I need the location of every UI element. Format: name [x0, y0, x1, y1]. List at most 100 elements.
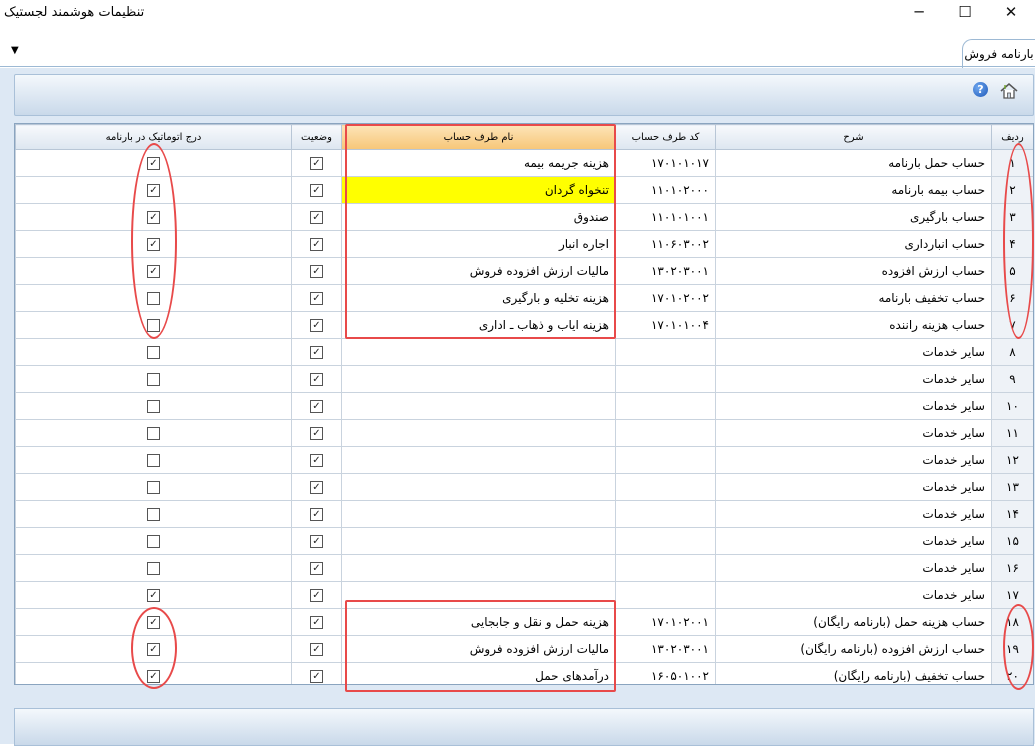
auto-insert-checkbox[interactable]	[147, 346, 160, 359]
header-auto-insert[interactable]: درج اتوماتیک در بارنامه	[15, 124, 292, 150]
account-code-cell[interactable]: ۱۷۰۱۰۱۰۱۷	[615, 149, 716, 177]
account-name-cell[interactable]	[341, 392, 616, 420]
table-row[interactable]: ۲۰ حساب تخفیف (بارنامه رایگان) ۱۶۰۵۰۱۰۰۲ در…	[15, 662, 1033, 684]
table-row[interactable]: ۳ حساب بارگیری ۱۱۰۱۰۱۰۰۱ صندوق ✓ ✓	[15, 203, 1033, 231]
table-row[interactable]: ۱۳ سایر خدمات ✓	[15, 473, 1033, 501]
description-cell[interactable]: حساب هزینه راننده	[715, 311, 992, 339]
description-cell[interactable]: سایر خدمات	[715, 500, 992, 528]
account-name-cell[interactable]	[341, 500, 616, 528]
account-name-cell[interactable]: هزینه تخلیه و بارگیری	[341, 284, 616, 312]
description-cell[interactable]: سایر خدمات	[715, 365, 992, 393]
account-name-cell[interactable]	[341, 527, 616, 555]
account-name-cell[interactable]: هزینه حمل و نقل و جابجایی	[341, 608, 616, 636]
table-row[interactable]: ۱۹ حساب ارزش افزوده (بارنامه رایگان) ۱۳۰۲۰…	[15, 635, 1033, 663]
account-code-cell[interactable]: ۱۱۰۶۰۳۰۰۲	[615, 230, 716, 258]
description-cell[interactable]: سایر خدمات	[715, 446, 992, 474]
account-name-cell[interactable]	[341, 365, 616, 393]
auto-insert-checkbox[interactable]	[147, 508, 160, 521]
account-code-cell[interactable]	[615, 500, 716, 528]
status-checkbox[interactable]: ✓	[310, 184, 323, 197]
account-code-cell[interactable]: ۱۱۰۱۰۲۰۰۰	[615, 176, 716, 204]
account-code-cell[interactable]	[615, 581, 716, 609]
description-cell[interactable]: حساب بیمه بارنامه	[715, 176, 992, 204]
tab-sales-waybill[interactable]: بارنامه فروش	[962, 39, 1035, 68]
auto-insert-checkbox[interactable]: ✓	[147, 211, 160, 224]
header-row-number[interactable]: ردیف	[991, 124, 1033, 150]
status-checkbox[interactable]: ✓	[310, 562, 323, 575]
table-row[interactable]: ۱۰ سایر خدمات ✓	[15, 392, 1033, 420]
account-code-cell[interactable]: ۱۱۰۱۰۱۰۰۱	[615, 203, 716, 231]
status-checkbox[interactable]: ✓	[310, 535, 323, 548]
description-cell[interactable]: سایر خدمات	[715, 419, 992, 447]
auto-insert-checkbox[interactable]: ✓	[147, 616, 160, 629]
account-name-cell[interactable]	[341, 419, 616, 447]
status-checkbox[interactable]: ✓	[310, 508, 323, 521]
account-name-cell[interactable]: مالیات ارزش افزوده فروش	[341, 257, 616, 285]
status-checkbox[interactable]: ✓	[310, 670, 323, 683]
description-cell[interactable]: حساب ارزش افزوده	[715, 257, 992, 285]
auto-insert-checkbox[interactable]: ✓	[147, 238, 160, 251]
account-name-cell[interactable]: اجاره انبار	[341, 230, 616, 258]
account-name-cell[interactable]: مالیات ارزش افزوده فروش	[341, 635, 616, 663]
account-name-cell[interactable]	[341, 338, 616, 366]
account-code-cell[interactable]	[615, 527, 716, 555]
header-status[interactable]: وضعیت	[291, 124, 342, 150]
account-code-cell[interactable]: ۱۳۰۲۰۳۰۰۱	[615, 635, 716, 663]
account-code-cell[interactable]	[615, 473, 716, 501]
auto-insert-checkbox[interactable]: ✓	[147, 643, 160, 656]
auto-insert-checkbox[interactable]	[147, 400, 160, 413]
account-name-cell[interactable]	[341, 446, 616, 474]
description-cell[interactable]: حساب هزینه حمل (بارنامه رایگان)	[715, 608, 992, 636]
description-cell[interactable]: حساب ارزش افزوده (بارنامه رایگان)	[715, 635, 992, 663]
auto-insert-checkbox[interactable]	[147, 319, 160, 332]
table-row[interactable]: ۷ حساب هزینه راننده ۱۷۰۱۰۱۰۰۴ هزینه ایاب و …	[15, 311, 1033, 339]
home-icon[interactable]	[999, 81, 1019, 101]
account-code-cell[interactable]	[615, 338, 716, 366]
status-checkbox[interactable]: ✓	[310, 157, 323, 170]
table-row[interactable]: ۴ حساب انبارداری ۱۱۰۶۰۳۰۰۲ اجاره انبار ✓ ✓	[15, 230, 1033, 258]
status-checkbox[interactable]: ✓	[310, 346, 323, 359]
account-name-cell[interactable]	[341, 581, 616, 609]
auto-insert-checkbox[interactable]	[147, 481, 160, 494]
account-code-cell[interactable]: ۱۶۰۵۰۱۰۰۲	[615, 662, 716, 684]
account-name-cell[interactable]: صندوق	[341, 203, 616, 231]
maximize-button[interactable]: ☐	[942, 0, 988, 26]
header-description[interactable]: شرح	[715, 124, 992, 150]
status-checkbox[interactable]: ✓	[310, 427, 323, 440]
auto-insert-checkbox[interactable]: ✓	[147, 589, 160, 602]
minimize-button[interactable]: ─	[896, 0, 942, 26]
status-checkbox[interactable]: ✓	[310, 643, 323, 656]
auto-insert-checkbox[interactable]: ✓	[147, 670, 160, 683]
description-cell[interactable]: سایر خدمات	[715, 392, 992, 420]
table-row[interactable]: ۸ سایر خدمات ✓	[15, 338, 1033, 366]
account-name-cell[interactable]: تنخواه گردان	[341, 176, 616, 204]
auto-insert-checkbox[interactable]	[147, 427, 160, 440]
table-row[interactable]: ۱۲ سایر خدمات ✓	[15, 446, 1033, 474]
description-cell[interactable]: حساب حمل بارنامه	[715, 149, 992, 177]
description-cell[interactable]: سایر خدمات	[715, 527, 992, 555]
table-row[interactable]: ۱۱ سایر خدمات ✓	[15, 419, 1033, 447]
account-code-cell[interactable]	[615, 365, 716, 393]
description-cell[interactable]: سایر خدمات	[715, 554, 992, 582]
account-code-cell[interactable]	[615, 554, 716, 582]
help-icon[interactable]: ?	[973, 82, 988, 97]
header-account-code[interactable]: کد طرف حساب	[615, 124, 716, 150]
account-code-cell[interactable]	[615, 419, 716, 447]
dropdown-arrow-icon[interactable]: ▼	[11, 45, 19, 56]
auto-insert-checkbox[interactable]	[147, 373, 160, 386]
table-row[interactable]: ۶ حساب تخفیف بارنامه ۱۷۰۱۰۲۰۰۲ هزینه تخلیه …	[15, 284, 1033, 312]
description-cell[interactable]: حساب تخفیف بارنامه	[715, 284, 992, 312]
account-name-cell[interactable]: هزینه جریمه بیمه	[341, 149, 616, 177]
table-row[interactable]: ۱۶ سایر خدمات ✓	[15, 554, 1033, 582]
description-cell[interactable]: حساب انبارداری	[715, 230, 992, 258]
table-row[interactable]: ۱۵ سایر خدمات ✓	[15, 527, 1033, 555]
status-checkbox[interactable]: ✓	[310, 373, 323, 386]
status-checkbox[interactable]: ✓	[310, 400, 323, 413]
description-cell[interactable]: سایر خدمات	[715, 338, 992, 366]
description-cell[interactable]: سایر خدمات	[715, 581, 992, 609]
auto-insert-checkbox[interactable]: ✓	[147, 184, 160, 197]
account-name-cell[interactable]: درآمدهای حمل	[341, 662, 616, 684]
table-row[interactable]: ۱ حساب حمل بارنامه ۱۷۰۱۰۱۰۱۷ هزینه جریمه بی…	[15, 149, 1033, 177]
status-checkbox[interactable]: ✓	[310, 481, 323, 494]
status-checkbox[interactable]: ✓	[310, 265, 323, 278]
